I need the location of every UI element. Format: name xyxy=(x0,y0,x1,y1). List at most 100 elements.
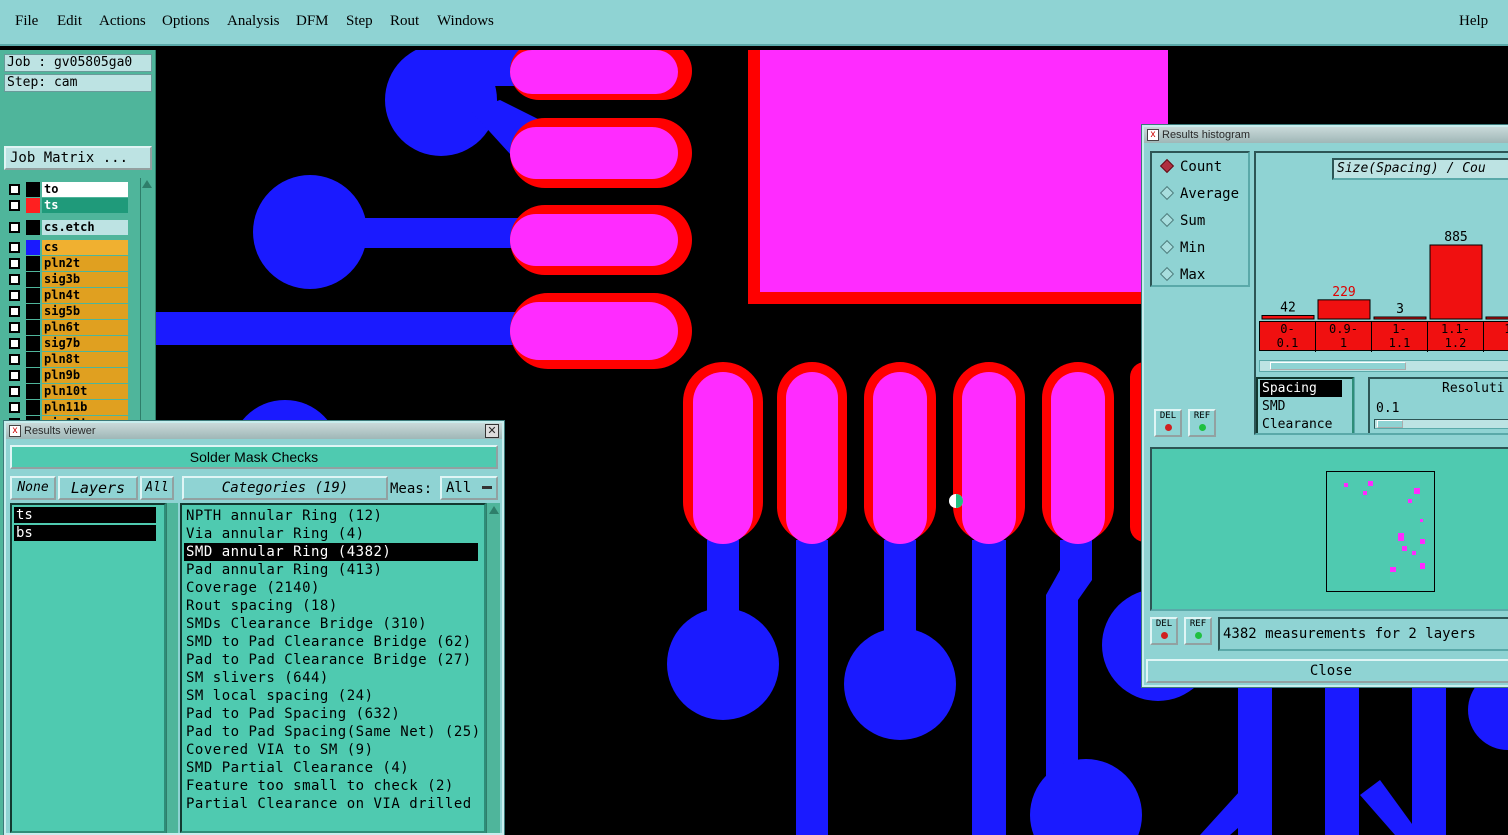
menu-actions[interactable]: Actions xyxy=(99,13,146,30)
category-item[interactable]: SMDs Clearance Bridge (310) xyxy=(186,615,427,633)
close-button[interactable]: Close xyxy=(1146,659,1508,683)
measure-type-item[interactable]: SMD xyxy=(1260,398,1285,415)
measure-type-scrollbar[interactable] xyxy=(1354,377,1366,433)
category-item[interactable]: SM slivers (644) xyxy=(186,669,329,687)
layer-row-pln11b[interactable]: pln11b xyxy=(6,400,128,415)
layer-name[interactable]: pln10t xyxy=(42,384,128,399)
layer-color-swatch[interactable] xyxy=(26,182,40,197)
layer-checkbox[interactable] xyxy=(9,338,20,349)
layer-row-pln4t[interactable]: pln4t xyxy=(6,288,128,303)
layer-checkbox[interactable] xyxy=(9,200,20,211)
layer-color-swatch[interactable] xyxy=(26,400,40,415)
layer-name[interactable]: pln6t xyxy=(42,320,128,335)
bin-label[interactable]: 0- 0.1 xyxy=(1260,322,1316,352)
layer-checkbox[interactable] xyxy=(9,386,20,397)
layer-row-to[interactable]: to xyxy=(6,182,128,197)
measure-type-item[interactable]: Spacing xyxy=(1260,380,1342,397)
mode-radio-average[interactable]: Average xyxy=(1159,185,1239,202)
histogram-bar[interactable] xyxy=(1485,316,1508,320)
bin-label[interactable]: 1- 1.1 xyxy=(1372,322,1428,352)
categories-list-scrollbar[interactable] xyxy=(486,503,500,833)
layer-checkbox[interactable] xyxy=(9,242,20,253)
category-item[interactable]: Pad to Pad Clearance Bridge (27) xyxy=(186,651,472,669)
layer-name[interactable]: sig3b xyxy=(42,272,128,287)
layer-row-pln8t[interactable]: pln8t xyxy=(6,352,128,367)
histogram-bar[interactable] xyxy=(1429,244,1483,320)
category-item[interactable]: Pad to Pad Spacing (632) xyxy=(186,705,400,723)
layer-checkbox[interactable] xyxy=(9,184,20,195)
layer-checkbox[interactable] xyxy=(9,354,20,365)
layer-checkbox[interactable] xyxy=(9,222,20,233)
measure-type-item[interactable]: Clearance xyxy=(1260,416,1332,433)
category-item[interactable]: Partial Clearance on VIA drilled xyxy=(186,795,472,813)
menu-file[interactable]: File xyxy=(15,13,38,30)
categories-button[interactable]: Categories (19) xyxy=(182,476,388,500)
layer-color-swatch[interactable] xyxy=(26,198,40,213)
ref-button[interactable]: REF xyxy=(1184,617,1212,645)
del-button[interactable]: DEL xyxy=(1150,617,1178,645)
layer-name[interactable]: ts xyxy=(42,198,128,213)
layer-checkbox[interactable] xyxy=(9,322,20,333)
layer-name[interactable]: pln4t xyxy=(42,288,128,303)
menu-rout[interactable]: Rout xyxy=(390,13,419,30)
layer-row-sig7b[interactable]: sig7b xyxy=(6,336,128,351)
resolution-slider[interactable] xyxy=(1374,419,1508,429)
meas-dropdown[interactable]: All xyxy=(440,476,498,500)
none-button[interactable]: None xyxy=(10,476,56,500)
histogram-titlebar[interactable]: x Results histogram xyxy=(1144,127,1508,143)
menu-dfm[interactable]: DFM xyxy=(296,13,329,30)
category-item[interactable]: SMD to Pad Clearance Bridge (62) xyxy=(186,633,472,651)
mode-radio-min[interactable]: Min xyxy=(1159,239,1205,256)
categories-list[interactable]: NPTH annular Ring (12) Via annular Ring (… xyxy=(180,503,486,833)
layer-name[interactable]: cs.etch xyxy=(42,220,128,235)
layers-button[interactable]: Layers xyxy=(58,476,138,500)
category-item[interactable]: Via annular Ring (4) xyxy=(186,525,365,543)
layer-checkbox[interactable] xyxy=(9,370,20,381)
layer-color-swatch[interactable] xyxy=(26,368,40,383)
layer-color-swatch[interactable] xyxy=(26,384,40,399)
category-item[interactable]: Covered VIA to SM (9) xyxy=(186,741,374,759)
results-viewer-titlebar[interactable]: x Results viewer ✕ xyxy=(6,423,502,439)
layer-row-pln6t[interactable]: pln6t xyxy=(6,320,128,335)
layer-list-item[interactable]: ts xyxy=(14,507,156,523)
layer-checkbox[interactable] xyxy=(9,258,20,269)
mode-radio-max[interactable]: Max xyxy=(1159,266,1205,283)
histogram-bar[interactable] xyxy=(1373,316,1427,320)
measure-type-list[interactable]: Spacing SMD Clearance xyxy=(1256,377,1354,433)
menu-step[interactable]: Step xyxy=(346,13,373,30)
bin-label[interactable]: 1. xyxy=(1484,322,1508,352)
layer-checkbox[interactable] xyxy=(9,402,20,413)
layers-list[interactable]: ts bs xyxy=(10,503,166,833)
category-item[interactable]: NPTH annular Ring (12) xyxy=(186,507,382,525)
layer-color-swatch[interactable] xyxy=(26,336,40,351)
layer-name[interactable]: pln9b xyxy=(42,368,128,383)
layers-list-scrollbar[interactable] xyxy=(166,503,178,833)
layer-row-pln10t[interactable]: pln10t xyxy=(6,384,128,399)
layer-row-cs.etch[interactable]: cs.etch xyxy=(6,220,128,235)
layer-name[interactable]: pln11b xyxy=(42,400,128,415)
layer-name[interactable]: pln2t xyxy=(42,256,128,271)
layer-row-ts[interactable]: ts xyxy=(6,198,128,213)
layer-row-pln2t[interactable]: pln2t xyxy=(6,256,128,271)
layer-row-cs[interactable]: cs xyxy=(6,240,128,255)
histogram-bar[interactable] xyxy=(1261,314,1315,320)
histogram-hscrollbar[interactable] xyxy=(1259,360,1508,372)
layer-row-sig3b[interactable]: sig3b xyxy=(6,272,128,287)
del-button-top[interactable]: DEL xyxy=(1154,409,1182,437)
menu-help[interactable]: Help xyxy=(1459,13,1488,30)
layer-color-swatch[interactable] xyxy=(26,320,40,335)
layer-checkbox[interactable] xyxy=(9,306,20,317)
job-matrix-button[interactable]: Job Matrix ... xyxy=(4,146,152,170)
category-item[interactable]: SM local spacing (24) xyxy=(186,687,374,705)
layer-color-swatch[interactable] xyxy=(26,256,40,271)
layer-list-item[interactable]: bs xyxy=(14,525,156,541)
category-item[interactable]: Coverage (2140) xyxy=(186,579,320,597)
layer-checkbox[interactable] xyxy=(9,290,20,301)
category-item[interactable]: Pad to Pad Spacing(Same Net) (25) xyxy=(186,723,481,741)
menu-windows[interactable]: Windows xyxy=(437,13,494,30)
layer-color-swatch[interactable] xyxy=(26,220,40,235)
ref-button-top[interactable]: REF xyxy=(1188,409,1216,437)
category-item[interactable]: Feature too small to check (2) xyxy=(186,777,454,795)
histogram-bar[interactable] xyxy=(1317,299,1371,320)
layer-name[interactable]: sig7b xyxy=(42,336,128,351)
